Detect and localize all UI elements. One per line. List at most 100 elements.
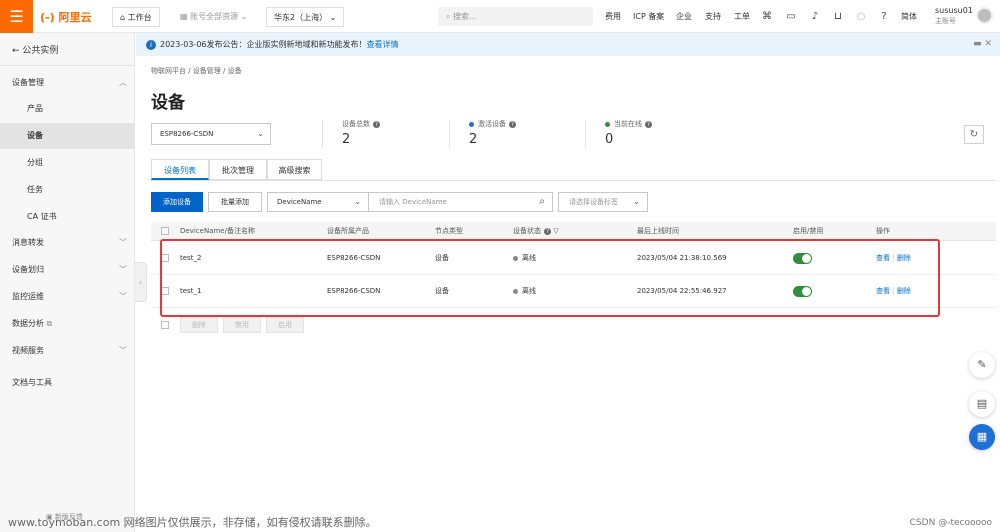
apps-icon[interactable]: ▦ <box>969 424 995 450</box>
add-device-button[interactable]: 添加设备 <box>151 192 203 212</box>
column-header: 最后上线时间 <box>637 227 679 235</box>
node-type: 设备 <box>435 254 449 262</box>
help-icon[interactable]: ? <box>373 120 380 128</box>
top-bar: ☰ (-) 阿里云 ⌂ 工作台 ▦ 账号全部资源 ⌄ 华东2（上海） ⌄ ⌕ 搜… <box>0 0 1000 33</box>
stat-active: 激活设备? 2 <box>469 120 516 147</box>
device-tag-select[interactable]: 请选择设备标签 ⌄ <box>558 192 648 212</box>
announcement-link[interactable]: 查看详情 <box>367 40 399 49</box>
column-header: 节点类型 <box>435 227 463 235</box>
sidebar-item-message-forwarding[interactable]: 消息转发 ﹀ <box>0 230 135 256</box>
bulk-disable-button[interactable]: 禁用 <box>223 317 261 333</box>
view-button[interactable]: 查看 <box>876 254 890 262</box>
chat-icon[interactable]: ▤ <box>969 391 995 417</box>
filter-icon[interactable]: ▽ <box>551 227 558 235</box>
help-icon[interactable]: ? <box>509 120 516 128</box>
batch-add-button[interactable]: 批量添加 <box>208 192 262 212</box>
tab-batch-management[interactable]: 批次管理 <box>209 159 267 180</box>
device-name[interactable]: test_1 <box>180 275 201 308</box>
chevron-down-icon: ﹀ <box>119 265 127 274</box>
column-header: 操作 <box>876 227 890 235</box>
filter-field-select[interactable]: DeviceName ⌄ <box>267 192 369 212</box>
breadcrumb: 物联网平台 / 设备管理 / 设备 <box>151 67 242 75</box>
table-header: DeviceName/备注名称 设备所属产品 节点类型 设备状态? ▽ 最后上线… <box>151 222 996 241</box>
menu-icon[interactable]: ☰ <box>0 0 33 33</box>
avatar[interactable] <box>976 7 993 24</box>
nav-link-ticket[interactable]: 工单 <box>734 0 750 33</box>
sidebar-item-product[interactable]: 产品 <box>0 96 135 122</box>
device-product: ESP8266-CSDN <box>327 287 381 295</box>
close-icon[interactable]: ▬ ✕ <box>973 33 992 56</box>
delete-button[interactable]: 删除 <box>897 254 911 262</box>
row-checkbox[interactable] <box>161 254 169 262</box>
divider <box>585 120 586 148</box>
global-search-input[interactable]: ⌕ 搜索... <box>438 7 593 26</box>
nav-link-billing[interactable]: 费用 <box>605 0 621 33</box>
sidebar-item-monitoring[interactable]: 监控运维 ﹀ <box>0 284 135 310</box>
cart-icon[interactable]: ⊔ <box>831 0 845 33</box>
tab-advanced-search[interactable]: 高级搜索 <box>267 159 322 180</box>
bulk-delete-button[interactable]: 删除 <box>180 317 218 333</box>
sidebar-item-video-service[interactable]: 视频服务 ﹀ <box>0 338 135 364</box>
device-name-search-input[interactable]: 请输入 DeviceName ⌕ <box>369 192 553 212</box>
bell-icon[interactable]: ♪ <box>808 0 822 33</box>
view-button[interactable]: 查看 <box>876 287 890 295</box>
last-online-time: 2023/05/04 21:38:10.569 <box>637 254 727 262</box>
sidebar-item-device[interactable]: 设备 <box>0 123 135 149</box>
watermark-author: CSDN @-tecooooo <box>909 518 992 528</box>
enable-toggle[interactable] <box>793 253 812 264</box>
help-icon[interactable]: ? <box>544 227 551 235</box>
bulk-enable-button[interactable]: 启用 <box>266 317 304 333</box>
bulk-select-checkbox[interactable] <box>161 321 169 329</box>
select-all-checkbox[interactable] <box>161 227 169 235</box>
nav-link-enterprise[interactable]: 企业 <box>676 0 692 33</box>
row-checkbox[interactable] <box>161 287 169 295</box>
edit-icon[interactable]: ✎ <box>969 352 995 378</box>
region-dropdown[interactable]: 华东2（上海） ⌄ <box>266 7 345 27</box>
sidebar-divider <box>0 65 135 66</box>
terminal-icon[interactable]: ▭ <box>784 0 798 33</box>
sidebar: ← 公共实例 设备管理 ︿ 产品 设备 分组 任务 CA 证书 消息转发 ﹀ 设备划… <box>0 33 135 532</box>
enable-toggle[interactable] <box>793 286 812 297</box>
refresh-button[interactable]: ↻ <box>964 125 984 144</box>
nav-link-icp[interactable]: ICP 备案 <box>633 0 664 33</box>
sidebar-item-device-management[interactable]: 设备管理 ︿ <box>0 70 135 96</box>
sidebar-item-group[interactable]: 分组 <box>0 150 135 176</box>
user-info[interactable]: sususu01 主账号 <box>935 5 973 27</box>
help-icon[interactable]: ? <box>877 0 891 33</box>
sidebar-collapse-handle[interactable]: ‹ <box>135 262 147 302</box>
stat-total: 设备总数? 2 <box>342 120 380 147</box>
language-switch[interactable]: 简体 <box>901 0 917 33</box>
device-name[interactable]: test_2 <box>180 242 201 275</box>
help-icon[interactable]: ? <box>645 120 652 128</box>
divider <box>322 120 323 148</box>
sidebar-item-task[interactable]: 任务 <box>0 177 135 203</box>
delete-button[interactable]: 删除 <box>897 287 911 295</box>
product-select[interactable]: ESP8266-CSDN ⌄ <box>151 123 271 145</box>
aliyun-logo[interactable]: (-) 阿里云 <box>40 9 91 25</box>
refresh-icon: ↻ <box>969 129 979 140</box>
watermark: www.toymoban.com 网络图片仅供展示，非存储，如有侵权请联系删除。… <box>0 514 1000 532</box>
sidebar-item-device-assignment[interactable]: 设备划归 ﹀ <box>0 257 135 283</box>
status-dot-icon <box>513 255 518 261</box>
column-header: 启用/禁用 <box>793 227 824 235</box>
stat-online: 当前在线? 0 <box>605 120 652 147</box>
account-resources-dropdown[interactable]: ▦ 账号全部资源 ⌄ <box>180 7 247 27</box>
chevron-down-icon: ﹀ <box>119 238 127 247</box>
status-dot-icon <box>513 288 518 294</box>
sidebar-item-ca-cert[interactable]: CA 证书 <box>0 204 135 230</box>
sidebar-item-docs-tools[interactable]: 文档与工具 <box>0 370 135 396</box>
search-icon[interactable]: ⌕ <box>539 193 545 211</box>
home-icon: ⌂ <box>120 13 128 22</box>
back-to-instances[interactable]: ← 公共实例 <box>12 43 58 56</box>
nav-link-support[interactable]: 支持 <box>705 0 721 33</box>
code-icon[interactable]: ⌘ <box>760 0 774 33</box>
announcement-bar: i 2023-03-06发布公告：企业版实例新地域和新功能发布！查看详情 ▬ ✕ <box>136 33 1000 56</box>
stat-online-value: 0 <box>605 132 614 147</box>
node-type: 设备 <box>435 287 449 295</box>
stat-active-value: 2 <box>469 132 478 147</box>
bulb-icon[interactable]: ○ <box>854 0 868 33</box>
column-header: DeviceName/备注名称 <box>180 227 255 235</box>
sidebar-item-data-analysis[interactable]: 数据分析 ⧉ <box>0 311 135 337</box>
workbench-button[interactable]: ⌂ 工作台 <box>112 7 160 27</box>
tab-device-list[interactable]: 设备列表 <box>151 159 209 180</box>
